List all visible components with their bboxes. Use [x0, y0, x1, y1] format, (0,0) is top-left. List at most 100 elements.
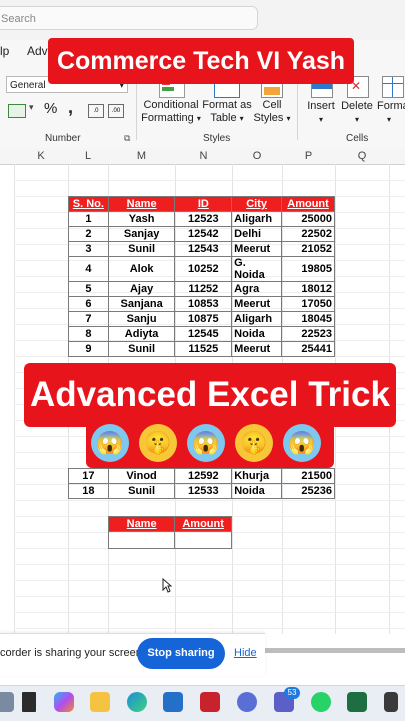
windows-icon[interactable] [0, 692, 14, 712]
cell-city[interactable]: Agra [231, 281, 283, 297]
cell-amount[interactable]: 21500 [281, 468, 335, 484]
column-header-o[interactable]: O [232, 148, 282, 164]
cell-city[interactable]: Meerut [231, 296, 283, 312]
decrease-decimal-icon[interactable]: .00 [108, 104, 124, 118]
cell-amount[interactable]: 25441 [281, 341, 335, 357]
cell-city[interactable]: Aligarh [231, 311, 283, 327]
header-name[interactable]: Name [107, 196, 176, 212]
cell-name[interactable]: Adiyta [107, 326, 176, 342]
format-button[interactable]: Forma ▾ [377, 100, 405, 126]
column-header-l[interactable]: L [68, 148, 108, 164]
cell-id[interactable]: 12545 [174, 326, 233, 342]
header-city[interactable]: City [231, 196, 283, 212]
cell-sno[interactable]: 2 [68, 226, 109, 242]
cell-sno[interactable]: 8 [68, 326, 109, 342]
cell-id[interactable]: 10853 [174, 296, 233, 312]
cell-name[interactable]: Ajay [107, 281, 176, 297]
cell-city[interactable]: Khurja [231, 468, 283, 484]
column-header-q[interactable]: Q [335, 148, 389, 164]
cell-sno[interactable]: 17 [68, 468, 109, 484]
cell-name[interactable]: Sunil [107, 483, 176, 499]
cell-name[interactable]: Sunil [107, 241, 176, 257]
cell-name[interactable]: Sanjana [107, 296, 176, 312]
cell-amount[interactable]: 21052 [281, 241, 335, 257]
cell-amount[interactable]: 22502 [281, 226, 335, 242]
cell-id[interactable]: 12523 [174, 211, 233, 227]
delete-button[interactable]: Delete ▾ [339, 100, 375, 126]
store-icon[interactable] [163, 692, 183, 712]
header-amount[interactable]: Amount [281, 196, 335, 212]
excel-icon[interactable] [347, 692, 367, 712]
cell-id[interactable]: 10875 [174, 311, 233, 327]
cell-amount[interactable]: 25000 [281, 211, 335, 227]
cell-sno[interactable]: 3 [68, 241, 109, 257]
insert-button[interactable]: Insert ▾ [303, 100, 339, 126]
cell-city[interactable]: Noida [231, 326, 283, 342]
cell-id[interactable]: 12592 [174, 468, 233, 484]
cell-name[interactable]: Yash [107, 211, 176, 227]
increase-decimal-icon[interactable]: .0 [88, 104, 104, 118]
accounting-format-icon[interactable] [8, 104, 26, 118]
edge-icon[interactable] [127, 692, 147, 712]
cell-id[interactable]: 12542 [174, 226, 233, 242]
cell-name[interactable]: Sanjay [107, 226, 176, 242]
column-header-k[interactable]: K [14, 148, 68, 164]
cell-amount[interactable]: 18045 [281, 311, 335, 327]
cell-sno[interactable]: 7 [68, 311, 109, 327]
cell-id[interactable]: 12533 [174, 483, 233, 499]
cell-city[interactable]: Aligarh [231, 211, 283, 227]
column-header-n[interactable]: N [175, 148, 232, 164]
cell-sno[interactable]: 4 [68, 256, 109, 282]
cell-sno[interactable]: 9 [68, 341, 109, 357]
hide-link[interactable]: Hide [234, 647, 257, 659]
cell-sno[interactable]: 18 [68, 483, 109, 499]
comma-style-button[interactable]: , [68, 97, 73, 118]
cell-amount[interactable]: 18012 [281, 281, 335, 297]
cell-id[interactable]: 11525 [174, 341, 233, 357]
copilot-icon[interactable] [54, 692, 74, 712]
lookup-header-amount[interactable]: Amount [174, 516, 232, 532]
lookup-amount-cell[interactable] [174, 531, 232, 549]
format-as-table-button[interactable]: Format as Table ▾ [201, 99, 253, 125]
column-header-m[interactable]: M [108, 148, 175, 164]
file-icon[interactable] [22, 692, 36, 712]
app-icon[interactable] [237, 692, 257, 712]
cell-name[interactable]: Vinod [107, 468, 176, 484]
cell-name[interactable]: Alok [107, 256, 176, 282]
cell-amount[interactable]: 22523 [281, 326, 335, 342]
cell-amount[interactable]: 17050 [281, 296, 335, 312]
lookup-header-name[interactable]: Name [107, 516, 176, 532]
cell-city[interactable]: Delhi [231, 226, 283, 242]
folder-icon[interactable] [90, 692, 110, 712]
search-input[interactable]: Search [0, 6, 258, 30]
cell-city[interactable]: Meerut [231, 341, 283, 357]
cell-amount[interactable]: 19805 [281, 256, 335, 282]
cell-sno[interactable]: 6 [68, 296, 109, 312]
header-id[interactable]: ID [174, 196, 233, 212]
cell-city[interactable]: G. Noida [231, 256, 283, 282]
menu-help-tab[interactable]: lp [0, 44, 9, 58]
cell-id[interactable]: 11252 [174, 281, 233, 297]
column-header-p[interactable]: P [282, 148, 335, 164]
cell-name[interactable]: Sanju [107, 311, 176, 327]
cell-sno[interactable]: 5 [68, 281, 109, 297]
dialog-launcher-icon[interactable]: ⧉ [124, 133, 130, 144]
cell-amount[interactable]: 25236 [281, 483, 335, 499]
mcafee-icon[interactable] [200, 692, 220, 712]
lookup-name-cell[interactable] [107, 531, 176, 549]
conditional-formatting-button[interactable]: Conditional Formatting ▾ [141, 99, 201, 125]
cell-name[interactable]: Sunil [107, 341, 176, 357]
cell-id[interactable]: 10252 [174, 256, 233, 282]
horizontal-scrollbar[interactable] [265, 648, 405, 653]
header-sno[interactable]: S. No. [68, 196, 109, 212]
whatsapp-icon[interactable] [311, 692, 331, 712]
cell-city[interactable]: Meerut [231, 241, 283, 257]
more-icon[interactable] [384, 692, 398, 712]
cell-styles-button[interactable]: Cell Styles ▾ [250, 99, 294, 125]
cell-sno[interactable]: 1 [68, 211, 109, 227]
chevron-down-icon[interactable]: ▾ [29, 102, 34, 113]
cell-id[interactable]: 12543 [174, 241, 233, 257]
stop-sharing-button[interactable]: Stop sharing [137, 638, 225, 669]
percent-style-button[interactable]: % [44, 100, 57, 117]
cell-city[interactable]: Noida [231, 483, 283, 499]
